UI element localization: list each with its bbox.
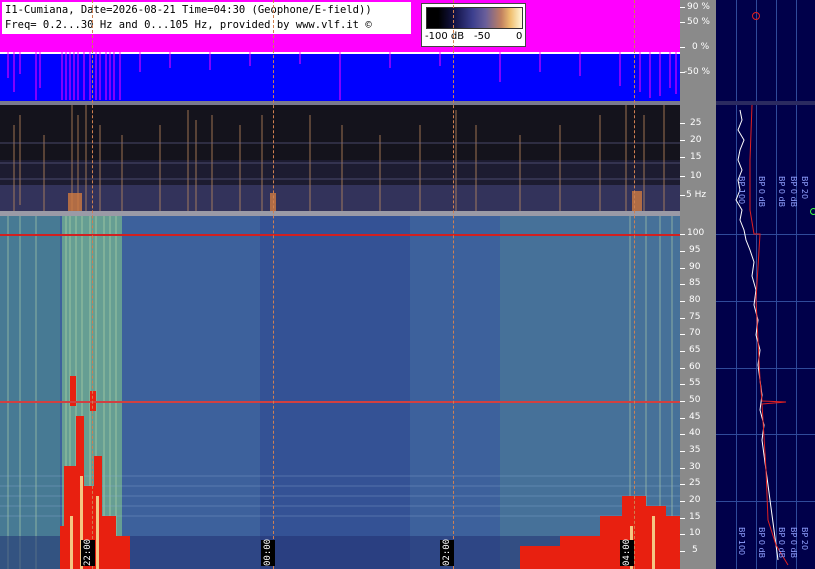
low-frequency-streaks (0, 105, 680, 211)
bp-label: BP 0 dB (777, 527, 786, 559)
top-axis-tick-0: 0 % (692, 42, 710, 52)
frequency-info: Freq= 0.2...30 Hz and 0...105 Hz, provid… (5, 19, 372, 31)
bp-label: BP 20 (800, 527, 809, 551)
mid-axis: 25 20 15 10 5 Hz (680, 101, 716, 216)
bp-label: BP 0 dB (777, 176, 786, 208)
main-axis-tick-20: 20 (689, 495, 701, 505)
spectrogram-texture (0, 216, 680, 569)
colorbar-max-label: 0 (516, 31, 523, 42)
time-label-0200: 02:00 (440, 538, 454, 566)
main-axis-tick-70: 70 (689, 328, 701, 338)
time-label-2200: 22:00 (81, 538, 95, 566)
main-axis-tick-100: 100 (687, 228, 705, 238)
main-axis-tick-50: 50 (689, 395, 701, 405)
main-axis-tick-95: 95 (689, 245, 701, 255)
time-gridline-0000 (273, 0, 274, 569)
main-axis-tick-60: 60 (689, 362, 701, 372)
bp-label: BP 100 (737, 527, 746, 556)
time-label-0000: 00:00 (261, 538, 275, 566)
colorbar-legend: -100 dB -50 0 (421, 3, 526, 47)
main-axis-tick-30: 30 (689, 462, 701, 472)
amplitude-percent-strip: I1-Cumiana, Date=2026-08-21 Time=04:30 (… (0, 0, 680, 101)
main-axis-tick-15: 15 (689, 512, 701, 522)
time-label-0400: 04:00 (620, 538, 634, 566)
top-axis-tick-minus50: -50 % (684, 67, 711, 77)
mid-axis-tick-15: 15 (690, 152, 702, 162)
mid-axis-tick-20: 20 (690, 135, 702, 145)
main-axis-tick-35: 35 (689, 445, 701, 455)
main-frequency-axis: 100 95 90 85 80 75 70 65 60 55 50 45 40 … (680, 216, 716, 569)
main-spectrogram (0, 216, 680, 569)
mid-axis-tick-25: 25 (690, 118, 702, 128)
main-axis-tick-65: 65 (689, 345, 701, 355)
bp-label: BP 100 (737, 176, 746, 205)
main-axis-tick-45: 45 (689, 412, 701, 422)
bp-label: BP 0 dB (757, 176, 766, 208)
main-axis-tick-10: 10 (689, 528, 701, 538)
bp-label: BP 0 dB (789, 176, 798, 208)
main-axis-tick-90: 90 (689, 262, 701, 272)
bp-label: BP 0 dB (757, 527, 766, 559)
time-gridline-0200 (453, 0, 454, 569)
time-gridline-2200 (92, 0, 93, 569)
main-axis-tick-55: 55 (689, 378, 701, 388)
main-axis-tick-5: 5 (692, 545, 698, 555)
colorbar-min-label: -100 dB (425, 31, 465, 42)
mid-axis-tick-5hz: 5 Hz (686, 190, 707, 200)
vlf-monitor-window: I1-Cumiana, Date=2026-08-21 Time=04:30 (… (0, 0, 815, 569)
bp-label: BP 0 dB (789, 527, 798, 559)
main-axis-tick-40: 40 (689, 428, 701, 438)
info-banner: I1-Cumiana, Date=2026-08-21 Time=04:30 (… (2, 2, 411, 34)
amplitude-spikes (7, 52, 677, 100)
station-title: I1-Cumiana, Date=2026-08-21 Time=04:30 (… (5, 4, 372, 16)
main-axis-tick-85: 85 (689, 278, 701, 288)
main-axis-tick-75: 75 (689, 312, 701, 322)
main-axis-tick-80: 80 (689, 295, 701, 305)
low-frequency-spectrogram (0, 105, 680, 211)
frequency-marker-100hz (0, 234, 680, 236)
frequency-marker-50hz (0, 401, 680, 403)
top-axis-tick-50: 50 % (687, 17, 710, 27)
spectrum-profile-trace (735, 104, 789, 566)
colorbar-gradient (426, 7, 523, 29)
mid-axis-tick-10: 10 (690, 171, 702, 181)
top-axis: 90 % 50 % 0 % -50 % (680, 0, 716, 101)
main-axis-tick-25: 25 (689, 478, 701, 488)
time-gridline-0400 (634, 0, 635, 569)
top-axis-tick-90: 90 % (687, 2, 710, 12)
colorbar-mid-label: -50 (474, 31, 491, 42)
bp-label: BP 20 (800, 176, 809, 200)
